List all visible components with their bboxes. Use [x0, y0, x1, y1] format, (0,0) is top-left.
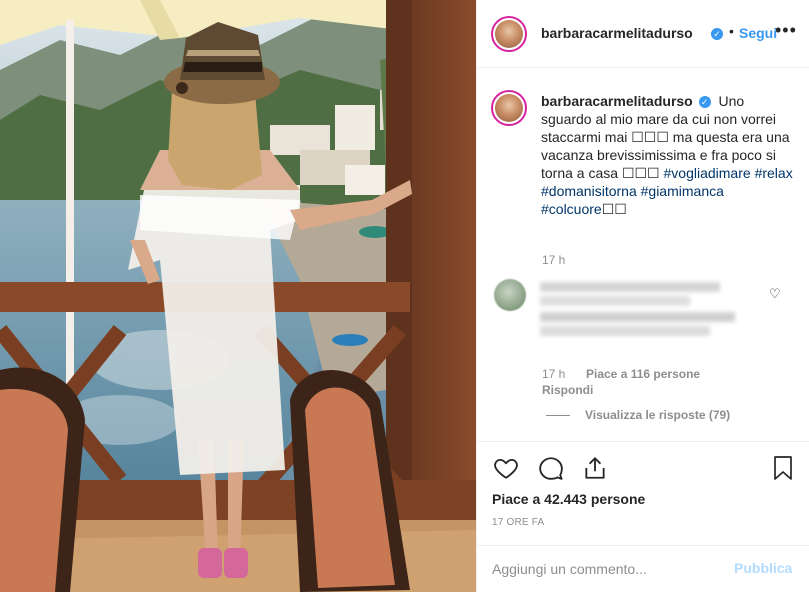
comment-icon[interactable]: [538, 455, 564, 486]
reply-button[interactable]: Rispondi: [542, 383, 593, 397]
hashtag-link[interactable]: #relax: [755, 165, 793, 181]
caption-emoji-1: ☐☐☐: [631, 129, 669, 145]
comment-icon-svg: [539, 457, 563, 480]
bookmark-icon-svg: [774, 456, 792, 480]
commenter-avatar[interactable]: [494, 279, 526, 311]
caption-avatar-image: [495, 94, 523, 122]
post-photo[interactable]: [0, 0, 476, 592]
comment-input[interactable]: [492, 558, 712, 580]
reply-label: Rispondi: [542, 383, 594, 397]
view-replies-line: [546, 415, 570, 416]
hashtag-link[interactable]: #colcuore: [541, 201, 602, 217]
follow-button[interactable]: Segui: [739, 25, 777, 41]
hashtag-link[interactable]: #giamimanca: [641, 183, 724, 199]
blurred-comment-text: [540, 276, 750, 336]
post-timestamp: 17 ORE FA: [492, 517, 545, 528]
hashtag-link[interactable]: #domanisitorna: [541, 183, 637, 199]
comment-likes-text: Piace a 116 persone: [586, 367, 701, 381]
caption-timestamp: 17 h: [542, 253, 566, 267]
caption-emoji-3: ☐☐: [601, 201, 627, 217]
author-avatar[interactable]: [491, 16, 527, 52]
actions-divider: [476, 441, 809, 442]
header-separator: •: [729, 23, 734, 39]
caption-avatar[interactable]: [491, 90, 527, 126]
author-username[interactable]: barbaracarmelitadurso: [541, 25, 693, 41]
comment-likes-count[interactable]: Piace a 116 persone: [586, 367, 700, 381]
share-icon-svg: [585, 457, 605, 479]
post-likes-count[interactable]: Piace a 42.443 persone: [492, 491, 645, 507]
caption-text: barbaracarmelitadurso ✓ Uno sguardo al m…: [541, 92, 793, 218]
caption-username[interactable]: barbaracarmelitadurso: [541, 93, 693, 109]
post-photo-illustration: [0, 0, 476, 592]
hashtag-link[interactable]: #vogliadimare: [664, 165, 751, 181]
comment-timestamp: 17 h: [542, 367, 566, 381]
caption-verified-badge-icon: ✓: [698, 96, 711, 108]
post-header: barbaracarmelitadurso ✓ • Segui •••: [477, 0, 809, 68]
instagram-post-view: barbaracarmelitadurso ✓ • Segui ••• barb…: [0, 0, 809, 592]
more-options-icon[interactable]: •••: [775, 20, 797, 41]
caption-emoji-2: ☐☐☐: [621, 165, 660, 181]
verified-badge-icon: ✓: [711, 28, 723, 40]
heart-icon[interactable]: [493, 455, 519, 486]
share-icon[interactable]: [582, 455, 608, 486]
author-avatar-image: [495, 20, 523, 48]
publish-button[interactable]: Pubblica: [734, 560, 792, 576]
add-comment-bar: Pubblica: [476, 545, 809, 592]
comment-like-heart-icon[interactable]: ♡: [769, 286, 781, 302]
heart-icon-svg: [494, 458, 518, 479]
view-replies-link[interactable]: Visualizza le risposte (79): [585, 408, 730, 422]
bookmark-icon[interactable]: [771, 455, 795, 486]
